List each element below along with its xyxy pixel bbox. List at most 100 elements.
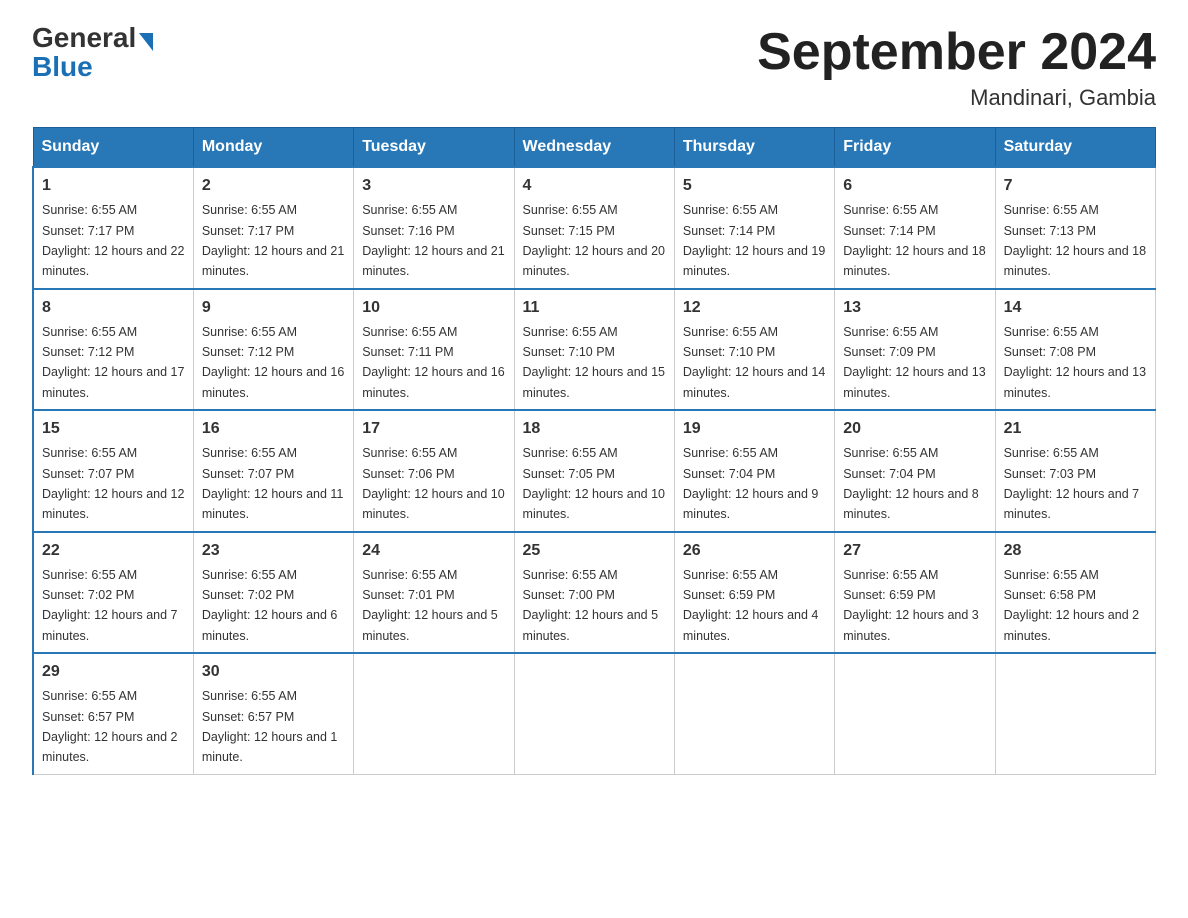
day-info: Sunrise: 6:55 AMSunset: 7:08 PMDaylight:… (1004, 325, 1146, 400)
day-info: Sunrise: 6:55 AMSunset: 7:02 PMDaylight:… (42, 568, 178, 643)
day-info: Sunrise: 6:55 AMSunset: 7:00 PMDaylight:… (523, 568, 659, 643)
logo-arrow-icon (139, 33, 153, 51)
day-info: Sunrise: 6:55 AMSunset: 7:06 PMDaylight:… (362, 446, 504, 521)
week-row-2: 8Sunrise: 6:55 AMSunset: 7:12 PMDaylight… (33, 289, 1156, 411)
calendar-cell: 21 Sunrise: 6:55 AMSunset: 7:03 PMDayligh… (995, 410, 1155, 532)
day-info: Sunrise: 6:55 AMSunset: 7:02 PMDaylight:… (202, 568, 338, 643)
day-info: Sunrise: 6:55 AMSunset: 7:10 PMDaylight:… (523, 325, 665, 400)
day-number: 19 (683, 417, 826, 441)
day-number: 21 (1004, 417, 1147, 441)
day-info: Sunrise: 6:55 AMSunset: 6:57 PMDaylight:… (42, 689, 178, 764)
day-info: Sunrise: 6:55 AMSunset: 7:11 PMDaylight:… (362, 325, 504, 400)
header: General Blue September 2024 Mandinari, G… (32, 24, 1156, 111)
day-info: Sunrise: 6:55 AMSunset: 7:16 PMDaylight:… (362, 203, 504, 278)
logo-general-text: General (32, 22, 136, 53)
header-saturday: Saturday (995, 128, 1155, 168)
day-info: Sunrise: 6:55 AMSunset: 7:07 PMDaylight:… (202, 446, 344, 521)
calendar-cell: 4 Sunrise: 6:55 AMSunset: 7:15 PMDaylight… (514, 167, 674, 289)
day-info: Sunrise: 6:55 AMSunset: 7:15 PMDaylight:… (523, 203, 665, 278)
day-number: 20 (843, 417, 986, 441)
calendar-cell: 23 Sunrise: 6:55 AMSunset: 7:02 PMDayligh… (193, 532, 353, 654)
day-info: Sunrise: 6:55 AMSunset: 7:17 PMDaylight:… (202, 203, 344, 278)
day-info: Sunrise: 6:55 AMSunset: 7:09 PMDaylight:… (843, 325, 985, 400)
day-info: Sunrise: 6:55 AMSunset: 7:05 PMDaylight:… (523, 446, 665, 521)
calendar-cell: 16 Sunrise: 6:55 AMSunset: 7:07 PMDayligh… (193, 410, 353, 532)
day-info: Sunrise: 6:55 AMSunset: 7:04 PMDaylight:… (843, 446, 979, 521)
day-info: Sunrise: 6:55 AMSunset: 7:10 PMDaylight:… (683, 325, 825, 400)
calendar-cell: 13 Sunrise: 6:55 AMSunset: 7:09 PMDayligh… (835, 289, 995, 411)
calendar-cell: 22Sunrise: 6:55 AMSunset: 7:02 PMDayligh… (33, 532, 193, 654)
day-number: 4 (523, 174, 666, 198)
day-number: 14 (1004, 296, 1147, 320)
calendar-cell: 30Sunrise: 6:55 AMSunset: 6:57 PMDayligh… (193, 653, 353, 774)
day-number: 28 (1004, 539, 1147, 563)
calendar-cell: 2 Sunrise: 6:55 AMSunset: 7:17 PMDaylight… (193, 167, 353, 289)
day-info: Sunrise: 6:55 AMSunset: 6:58 PMDaylight:… (1004, 568, 1140, 643)
day-number: 25 (523, 539, 666, 563)
calendar-cell (514, 653, 674, 774)
day-number: 17 (362, 417, 505, 441)
day-info: Sunrise: 6:55 AMSunset: 6:59 PMDaylight:… (843, 568, 979, 643)
calendar-cell: 25 Sunrise: 6:55 AMSunset: 7:00 PMDayligh… (514, 532, 674, 654)
day-info: Sunrise: 6:55 AMSunset: 7:04 PMDaylight:… (683, 446, 819, 521)
week-row-1: 1 Sunrise: 6:55 AMSunset: 7:17 PMDaylight… (33, 167, 1156, 289)
calendar-table: SundayMondayTuesdayWednesdayThursdayFrid… (32, 127, 1156, 775)
day-number: 11 (523, 296, 666, 320)
calendar-cell: 24 Sunrise: 6:55 AMSunset: 7:01 PMDayligh… (354, 532, 514, 654)
calendar-cell: 1Sunrise: 6:55 AMSunset: 7:17 PMDaylight… (33, 167, 193, 289)
month-title: September 2024 (757, 24, 1156, 81)
calendar-cell: 29Sunrise: 6:55 AMSunset: 6:57 PMDayligh… (33, 653, 193, 774)
day-info: Sunrise: 6:55 AMSunset: 7:14 PMDaylight:… (843, 203, 985, 278)
calendar-cell (674, 653, 834, 774)
day-number: 3 (362, 174, 505, 198)
day-info: Sunrise: 6:55 AMSunset: 6:59 PMDaylight:… (683, 568, 819, 643)
day-number: 15 (42, 417, 185, 441)
calendar-cell: 18 Sunrise: 6:55 AMSunset: 7:05 PMDayligh… (514, 410, 674, 532)
day-number: 13 (843, 296, 986, 320)
day-number: 12 (683, 296, 826, 320)
day-number: 24 (362, 539, 505, 563)
calendar-cell (995, 653, 1155, 774)
day-info: Sunrise: 6:55 AMSunset: 7:03 PMDaylight:… (1004, 446, 1140, 521)
calendar-cell: 8Sunrise: 6:55 AMSunset: 7:12 PMDaylight… (33, 289, 193, 411)
header-monday: Monday (193, 128, 353, 168)
day-info: Sunrise: 6:55 AMSunset: 6:57 PMDaylight:… (202, 689, 338, 764)
day-number: 16 (202, 417, 345, 441)
calendar-cell: 3 Sunrise: 6:55 AMSunset: 7:16 PMDaylight… (354, 167, 514, 289)
calendar-cell (354, 653, 514, 774)
logo-blue-text: Blue (32, 51, 93, 82)
calendar-cell: 17 Sunrise: 6:55 AMSunset: 7:06 PMDayligh… (354, 410, 514, 532)
calendar-cell (835, 653, 995, 774)
week-row-5: 29Sunrise: 6:55 AMSunset: 6:57 PMDayligh… (33, 653, 1156, 774)
day-number: 1 (42, 174, 185, 198)
calendar-cell: 12 Sunrise: 6:55 AMSunset: 7:10 PMDayligh… (674, 289, 834, 411)
calendar-cell: 26Sunrise: 6:55 AMSunset: 6:59 PMDayligh… (674, 532, 834, 654)
day-number: 9 (202, 296, 345, 320)
calendar-cell: 14 Sunrise: 6:55 AMSunset: 7:08 PMDayligh… (995, 289, 1155, 411)
calendar-cell: 19 Sunrise: 6:55 AMSunset: 7:04 PMDayligh… (674, 410, 834, 532)
calendar-cell: 11 Sunrise: 6:55 AMSunset: 7:10 PMDayligh… (514, 289, 674, 411)
calendar-header-row: SundayMondayTuesdayWednesdayThursdayFrid… (33, 128, 1156, 168)
day-info: Sunrise: 6:55 AMSunset: 7:01 PMDaylight:… (362, 568, 498, 643)
calendar-cell: 7Sunrise: 6:55 AMSunset: 7:13 PMDaylight… (995, 167, 1155, 289)
calendar-cell: 27 Sunrise: 6:55 AMSunset: 6:59 PMDayligh… (835, 532, 995, 654)
calendar-cell: 6 Sunrise: 6:55 AMSunset: 7:14 PMDaylight… (835, 167, 995, 289)
day-number: 6 (843, 174, 986, 198)
calendar-cell: 20 Sunrise: 6:55 AMSunset: 7:04 PMDayligh… (835, 410, 995, 532)
title-area: September 2024 Mandinari, Gambia (757, 24, 1156, 111)
day-number: 2 (202, 174, 345, 198)
location-title: Mandinari, Gambia (757, 85, 1156, 111)
header-sunday: Sunday (33, 128, 193, 168)
logo: General Blue (32, 24, 153, 81)
day-info: Sunrise: 6:55 AMSunset: 7:12 PMDaylight:… (42, 325, 184, 400)
day-number: 5 (683, 174, 826, 198)
day-info: Sunrise: 6:55 AMSunset: 7:14 PMDaylight:… (683, 203, 825, 278)
header-thursday: Thursday (674, 128, 834, 168)
day-number: 7 (1004, 174, 1147, 198)
day-info: Sunrise: 6:55 AMSunset: 7:12 PMDaylight:… (202, 325, 344, 400)
calendar-cell: 28 Sunrise: 6:55 AMSunset: 6:58 PMDayligh… (995, 532, 1155, 654)
day-number: 10 (362, 296, 505, 320)
day-number: 18 (523, 417, 666, 441)
day-number: 27 (843, 539, 986, 563)
day-number: 23 (202, 539, 345, 563)
